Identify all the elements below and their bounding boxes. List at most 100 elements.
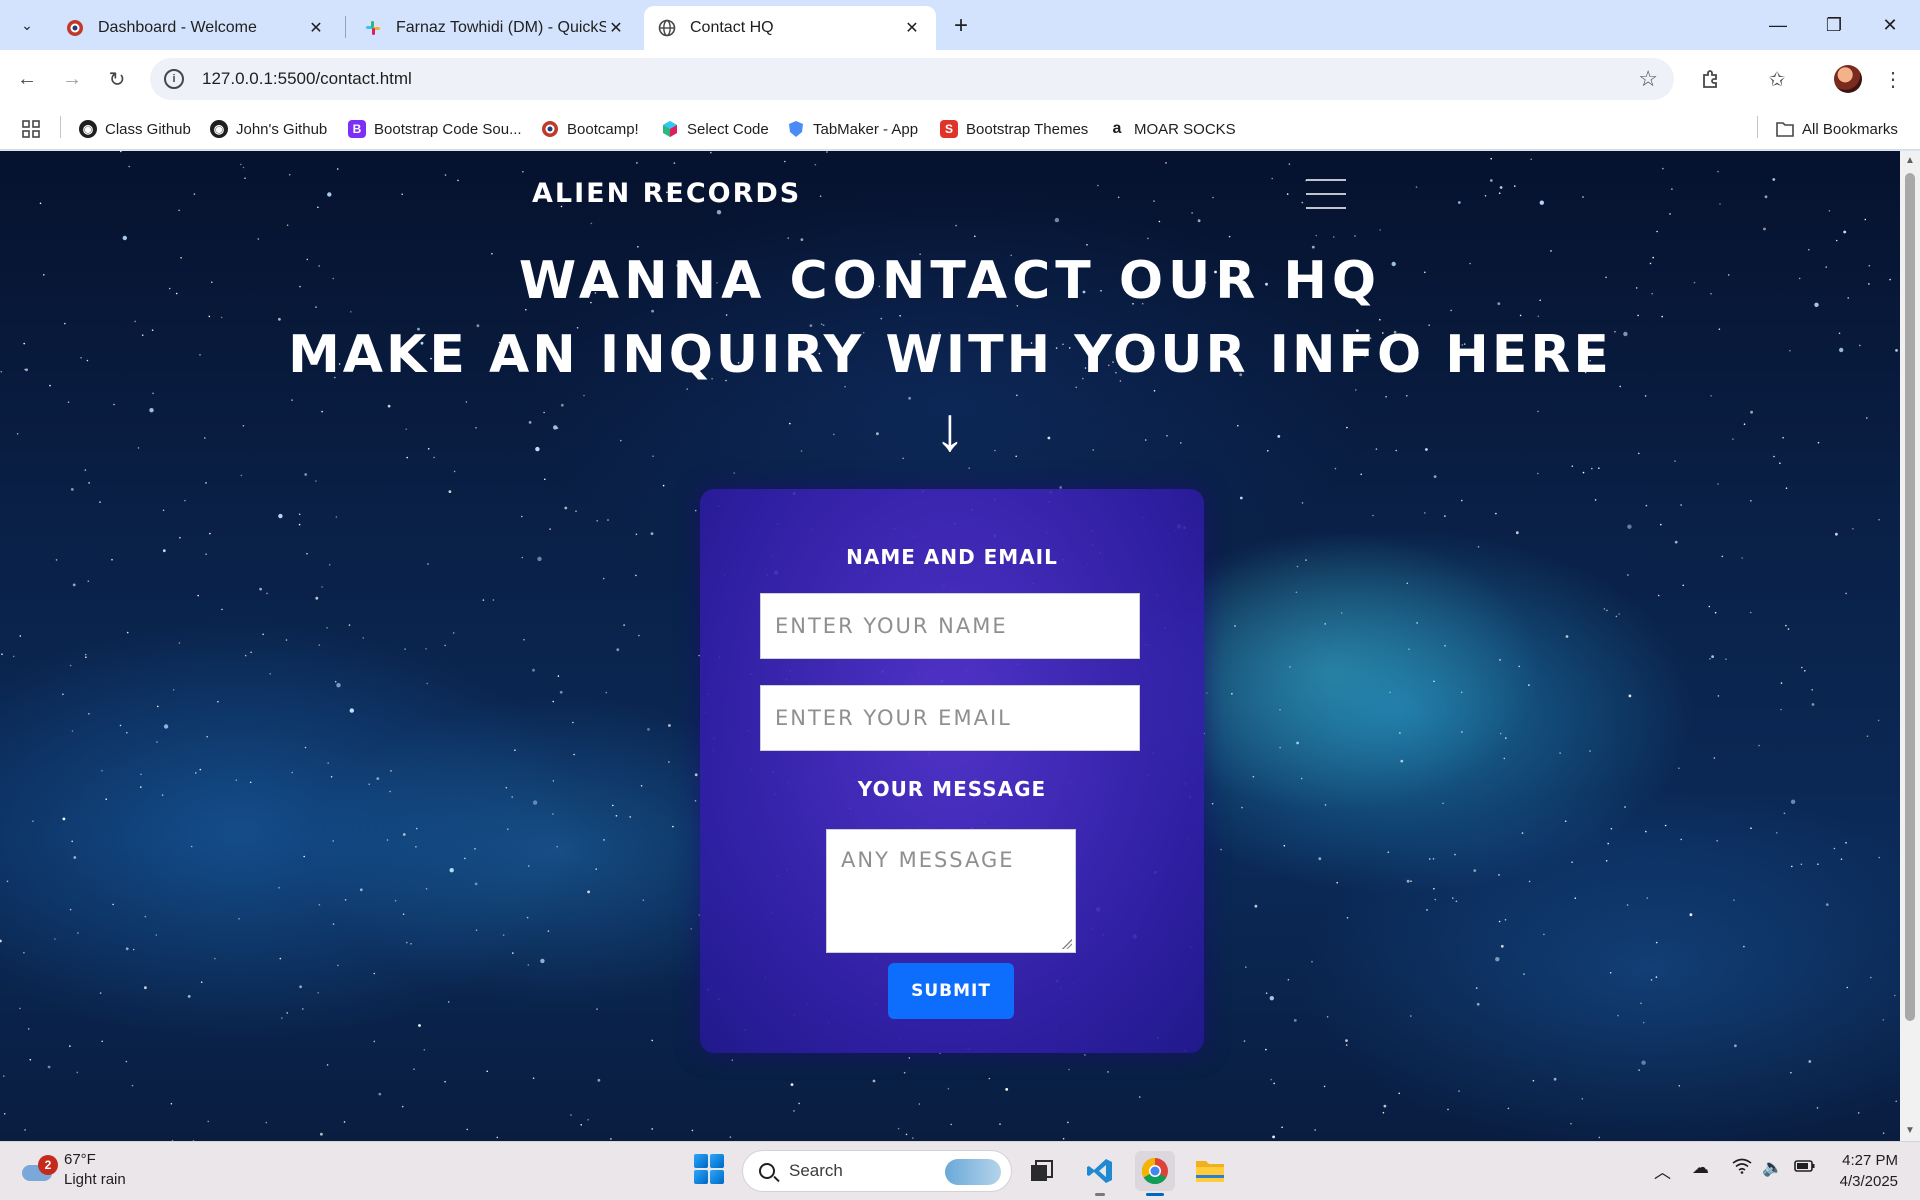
name-email-label: Name and Email bbox=[846, 545, 1058, 569]
tab-contact-hq[interactable]: Contact HQ ✕ bbox=[644, 6, 936, 50]
bookmark-label: Select Code bbox=[687, 120, 769, 138]
folder-icon bbox=[1776, 120, 1794, 138]
bootcamp-icon bbox=[541, 120, 559, 138]
bootcamp-icon bbox=[66, 19, 84, 37]
divider bbox=[1757, 116, 1758, 138]
vscode-icon[interactable] bbox=[1080, 1151, 1120, 1196]
bookmarks-list-icon[interactable]: ✩ bbox=[1760, 62, 1794, 96]
tab-title: Farnaz Towhidi (DM) - QuickSta bbox=[396, 19, 606, 36]
email-input[interactable]: Enter your email bbox=[760, 685, 1140, 751]
bookmarks-bar: ◉ Class Github ◉ John's Github B Bootstr… bbox=[0, 108, 1920, 150]
tab-search-icon[interactable]: ⌄ bbox=[10, 9, 44, 41]
globe-icon bbox=[658, 19, 676, 37]
search-icon bbox=[759, 1163, 775, 1179]
bootstrap-icon: B bbox=[348, 120, 366, 138]
cube-icon bbox=[661, 120, 679, 138]
slack-icon bbox=[364, 19, 382, 37]
close-icon[interactable]: ✕ bbox=[902, 18, 922, 38]
tab-separator bbox=[345, 16, 346, 38]
bookmark-star-icon[interactable]: ☆ bbox=[1638, 66, 1658, 92]
system-clock[interactable]: 4:27 PM 4/3/2025 bbox=[1840, 1150, 1898, 1192]
bookmark-johns-github[interactable]: ◉ John's Github bbox=[210, 116, 327, 142]
extensions-icon[interactable] bbox=[1694, 62, 1728, 96]
menu-kebab-icon[interactable]: ⋮ bbox=[1876, 62, 1910, 96]
tab-dashboard[interactable]: Dashboard - Welcome ✕ bbox=[52, 6, 340, 50]
reload-icon[interactable]: ↻ bbox=[100, 62, 134, 96]
name-input[interactable]: Enter your name bbox=[760, 593, 1140, 659]
resize-handle-icon[interactable] bbox=[1062, 939, 1072, 949]
volume-icon[interactable]: 🔈 bbox=[1762, 1158, 1783, 1178]
page-title: Wanna contact our HQ bbox=[518, 251, 1382, 311]
bookmark-bootstrap-code[interactable]: B Bootstrap Code Sou... bbox=[348, 116, 522, 142]
tab-slack[interactable]: Farnaz Towhidi (DM) - QuickSta ✕ bbox=[350, 6, 640, 50]
clock-date: 4/3/2025 bbox=[1839, 1173, 1898, 1190]
close-icon[interactable]: ✕ bbox=[306, 18, 326, 38]
rain-cloud-icon: 2 bbox=[20, 1155, 58, 1185]
tabmaker-icon bbox=[787, 120, 805, 138]
arrow-down-icon: ↓ bbox=[934, 395, 966, 464]
page-viewport: Alien Records Wanna contact our HQ Make … bbox=[0, 151, 1900, 1141]
task-view-icon[interactable] bbox=[1022, 1151, 1062, 1191]
weather-temp: 67°F bbox=[64, 1151, 96, 1168]
windows-taskbar: 2 67°F Light rain Search ︿ ☁ 🔈 4:27 PM 4… bbox=[0, 1141, 1920, 1200]
search-label: Search bbox=[789, 1161, 843, 1180]
github-icon: ◉ bbox=[79, 120, 97, 138]
bookmark-tabmaker[interactable]: TabMaker - App bbox=[787, 116, 918, 142]
minimize-icon[interactable]: — bbox=[1750, 0, 1806, 50]
wifi-icon[interactable] bbox=[1732, 1158, 1752, 1179]
message-label: Your message bbox=[857, 777, 1047, 801]
brand-logo[interactable]: Alien Records bbox=[532, 178, 801, 209]
message-placeholder: Any message bbox=[841, 848, 1015, 872]
bookmark-bootstrap-themes[interactable]: S Bootstrap Themes bbox=[940, 116, 1088, 142]
page-scrollbar[interactable]: ▲ ▼ bbox=[1900, 151, 1920, 1141]
tray-chevron-up-icon[interactable]: ︿ bbox=[1654, 1158, 1671, 1183]
bookmark-label: Bootstrap Code Sou... bbox=[374, 120, 522, 138]
hamburger-menu-icon[interactable] bbox=[1306, 179, 1346, 209]
active-indicator bbox=[1146, 1193, 1164, 1196]
restore-icon[interactable]: ❐ bbox=[1806, 0, 1862, 50]
bootstrap-themes-icon: S bbox=[940, 120, 958, 138]
scrollbar-thumb[interactable] bbox=[1905, 173, 1915, 1021]
bookmark-label: Bootcamp! bbox=[567, 120, 639, 138]
bookmark-label: Class Github bbox=[105, 120, 191, 138]
bookmark-select-code[interactable]: Select Code bbox=[661, 116, 769, 142]
search-highlight-icon bbox=[945, 1159, 1001, 1185]
weather-desc: Light rain bbox=[64, 1171, 126, 1188]
apps-grid-icon[interactable] bbox=[22, 116, 40, 142]
tab-title: Dashboard - Welcome bbox=[98, 19, 257, 36]
address-bar[interactable]: i 127.0.0.1:5500/contact.html ☆ bbox=[150, 58, 1674, 100]
battery-icon[interactable] bbox=[1794, 1158, 1816, 1178]
divider bbox=[60, 116, 61, 138]
browser-toolbar: ← → ↻ i 127.0.0.1:5500/contact.html ☆ ✩ … bbox=[0, 50, 1920, 108]
amazon-icon: a bbox=[1112, 120, 1122, 137]
submit-button[interactable]: Submit bbox=[888, 963, 1014, 1019]
window-close-icon[interactable]: ✕ bbox=[1862, 0, 1918, 50]
scroll-up-icon[interactable]: ▲ bbox=[1904, 155, 1916, 166]
taskbar-search[interactable]: Search bbox=[742, 1150, 1012, 1192]
weather-widget[interactable]: 2 67°F Light rain bbox=[20, 1150, 126, 1190]
chrome-icon[interactable] bbox=[1135, 1151, 1175, 1196]
bookmark-class-github[interactable]: ◉ Class Github bbox=[79, 116, 191, 142]
onedrive-offline-icon[interactable]: ☁ bbox=[1692, 1158, 1709, 1178]
url-text[interactable]: 127.0.0.1:5500/contact.html bbox=[202, 69, 412, 89]
forward-icon[interactable]: → bbox=[55, 62, 89, 96]
file-explorer-icon[interactable] bbox=[1190, 1151, 1230, 1191]
back-icon[interactable]: ← bbox=[10, 62, 44, 96]
windows-start-icon[interactable] bbox=[694, 1154, 724, 1184]
scroll-down-icon[interactable]: ▼ bbox=[1904, 1125, 1916, 1136]
clock-time: 4:27 PM bbox=[1842, 1152, 1898, 1169]
tab-title: Contact HQ bbox=[690, 19, 774, 36]
bookmark-moar-socks[interactable]: a MOAR SOCKS bbox=[1108, 116, 1236, 142]
bookmark-label: MOAR SOCKS bbox=[1134, 120, 1236, 138]
github-icon: ◉ bbox=[210, 120, 228, 138]
bookmark-bootcamp[interactable]: Bootcamp! bbox=[541, 116, 639, 142]
profile-avatar[interactable] bbox=[1834, 65, 1862, 93]
site-info-icon[interactable]: i bbox=[164, 69, 184, 89]
bookmark-label: John's Github bbox=[236, 120, 328, 138]
message-textarea[interactable]: Any message bbox=[826, 829, 1076, 953]
new-tab-icon[interactable]: + bbox=[945, 10, 977, 42]
notification-badge: 2 bbox=[38, 1155, 58, 1175]
bookmark-label: TabMaker - App bbox=[813, 120, 919, 138]
close-icon[interactable]: ✕ bbox=[606, 18, 626, 38]
all-bookmarks-button[interactable]: All Bookmarks bbox=[1776, 116, 1898, 142]
